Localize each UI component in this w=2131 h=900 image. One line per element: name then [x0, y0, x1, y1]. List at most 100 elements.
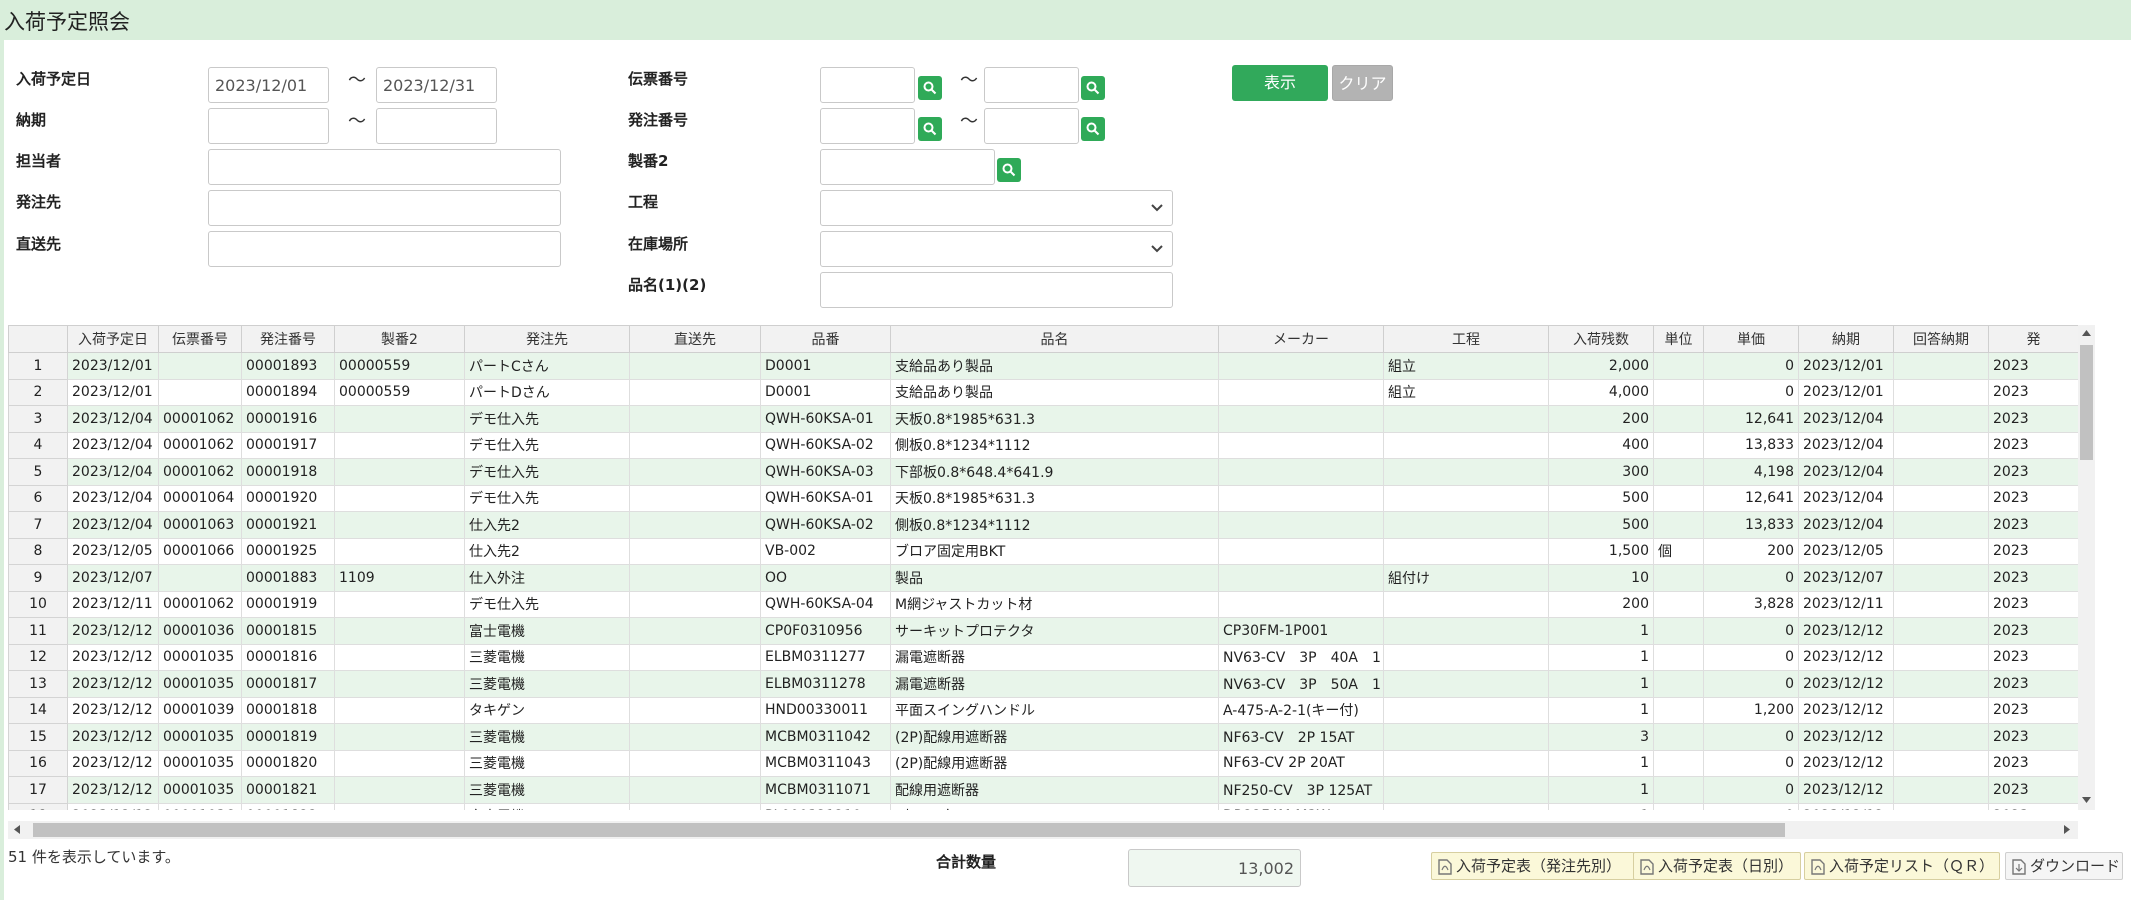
serial2-input[interactable] — [820, 149, 995, 185]
vertical-scrollbar[interactable] — [2078, 325, 2095, 810]
row-number-cell: 12 — [8, 643, 68, 671]
table-cell — [334, 776, 465, 804]
table-cell: 1 — [1548, 802, 1654, 810]
table-row[interactable]: 4 2023/12/04 00001062 00001917 デモ仕入先 QWH-60KS… — [8, 431, 2078, 459]
table-row[interactable]: 5 2023/12/04 00001062 00001918 デモ仕入先 QWH-60KS… — [8, 458, 2078, 486]
table-cell: 漏電遮断器 — [890, 643, 1219, 671]
table-cell: 1 — [1548, 749, 1654, 777]
order-no-from-search-button[interactable] — [918, 117, 942, 141]
table-cell: 支給品あり製品 — [890, 352, 1219, 380]
table-cell: 00001815 — [241, 617, 335, 645]
table-cell: ELBM0311278 — [760, 670, 891, 698]
table-cell: 00001035 — [158, 723, 242, 751]
report-by-date-button[interactable]: 入荷予定表（日別） — [1633, 852, 1801, 880]
column-header[interactable]: 発注番号 — [241, 325, 335, 353]
table-row[interactable]: 11 2023/12/12 00001036 00001815 富士電機 CP0F0310… — [8, 617, 2078, 645]
arrival-date-from-input[interactable]: 2023/12/01 — [208, 67, 329, 103]
table-cell: 漏電遮断器 — [890, 670, 1219, 698]
table-row[interactable]: 7 2023/12/04 00001063 00001921 仕入先2 QWH-60KSA… — [8, 511, 2078, 539]
order-no-from-input[interactable] — [820, 108, 915, 144]
table-cell — [1893, 352, 1989, 380]
download-button[interactable]: ダウンロード — [2005, 852, 2123, 880]
column-header[interactable]: 品名 — [890, 325, 1219, 353]
table-cell: 0 — [1703, 723, 1799, 751]
vertical-scroll-thumb[interactable] — [2080, 345, 2093, 460]
table-row[interactable]: 10 2023/12/11 00001062 00001919 デモ仕入先 QWH-60K… — [8, 590, 2078, 618]
column-header[interactable]: 発 — [1988, 325, 2078, 353]
table-cell: 2023/12/07 — [67, 564, 159, 592]
table-row[interactable]: 16 2023/12/12 00001035 00001820 三菱電機 MCBM0311… — [8, 749, 2078, 777]
row-number-cell: 3 — [8, 405, 68, 433]
column-header[interactable]: 工程 — [1383, 325, 1549, 353]
table-row[interactable]: 6 2023/12/04 00001064 00001920 デモ仕入先 QWH-60KS… — [8, 484, 2078, 512]
clear-button[interactable]: クリア — [1332, 65, 1393, 101]
slip-no-to-input[interactable] — [984, 67, 1079, 103]
table-cell: 2023/12/12 — [67, 802, 159, 810]
table-row[interactable]: 3 2023/12/04 00001062 00001916 デモ仕入先 QWH-60KS… — [8, 405, 2078, 433]
column-header[interactable]: 入荷残数 — [1548, 325, 1654, 353]
column-header[interactable]: 単位 — [1653, 325, 1704, 353]
table-cell: 2023/12/04 — [67, 405, 159, 433]
table-row[interactable]: 182023/12/120000103600001822富士電機PL000321… — [8, 802, 2078, 810]
due-date-from-input[interactable] — [208, 108, 329, 144]
table-row[interactable]: 17 2023/12/12 00001035 00001821 三菱電機 MCBM0311… — [8, 776, 2078, 804]
person-input[interactable] — [208, 149, 561, 185]
table-cell: デモ仕入先 — [464, 458, 630, 486]
table-cell: NF63-CV 2P 20AT — [1218, 749, 1384, 777]
table-cell — [1653, 484, 1704, 512]
range-tilde: ～ — [960, 70, 978, 91]
slip-no-from-input[interactable] — [820, 67, 915, 103]
column-header[interactable]: 伝票番号 — [158, 325, 242, 353]
column-header[interactable]: 納期 — [1798, 325, 1894, 353]
search-icon — [923, 122, 937, 136]
qr-list-button[interactable]: 入荷予定リスト（ＱＲ） — [1804, 852, 2000, 880]
report-by-supplier-button[interactable]: 入荷予定表（発注先別） — [1431, 852, 1635, 880]
table-cell — [1893, 670, 1989, 698]
due-date-to-input[interactable] — [376, 108, 497, 144]
table-cell: 0 — [1703, 378, 1799, 406]
horizontal-scrollbar[interactable] — [8, 821, 2078, 839]
order-no-to-input[interactable] — [984, 108, 1079, 144]
table-cell: 0 — [1703, 564, 1799, 592]
pdf-icon — [1438, 859, 1452, 875]
table-row[interactable]: 8 2023/12/05 00001066 00001925 仕入先2 VB-002 ブロア… — [8, 537, 2078, 565]
column-header[interactable]: 直送先 — [629, 325, 761, 353]
search-icon — [1086, 81, 1100, 95]
slip-no-to-search-button[interactable] — [1081, 76, 1105, 100]
table-cell: 仕入外注 — [464, 564, 630, 592]
table-row[interactable]: 15 2023/12/12 00001035 00001819 三菱電機 MCBM0311… — [8, 723, 2078, 751]
column-header[interactable]: 入荷予定日 — [67, 325, 159, 353]
column-header[interactable]: 単価 — [1703, 325, 1799, 353]
table-row[interactable]: 12 2023/12/12 00001035 00001816 三菱電機 ELBM0311… — [8, 643, 2078, 671]
process-select[interactable] — [820, 190, 1173, 226]
order-no-to-search-button[interactable] — [1081, 117, 1105, 141]
column-header[interactable]: メーカー — [1218, 325, 1384, 353]
supplier-input[interactable] — [208, 190, 561, 226]
column-header[interactable]: 回答納期 — [1893, 325, 1989, 353]
table-cell: 1 — [1548, 617, 1654, 645]
slip-no-from-search-button[interactable] — [918, 76, 942, 100]
column-header[interactable]: 発注先 — [464, 325, 630, 353]
table-row[interactable]: 9 2023/12/07 00001883 1109 仕入外注 OO 製品 組付け 10 0 202… — [8, 564, 2078, 592]
table-row[interactable]: 1 2023/12/01 00001893 00000559 パートCさん D0001 支給… — [8, 352, 2078, 380]
direct-destination-input[interactable] — [208, 231, 561, 267]
column-header[interactable]: 品番 — [760, 325, 891, 353]
table-row[interactable]: 13 2023/12/12 00001035 00001817 三菱電機 ELBM0311… — [8, 670, 2078, 698]
column-header[interactable]: 製番2 — [334, 325, 465, 353]
item-name-input[interactable] — [820, 272, 1173, 308]
table-row[interactable]: 14 2023/12/12 00001039 00001818 タキゲン HND00330… — [8, 696, 2078, 724]
table-cell: NV63-CV 3P 50A 1 — [1218, 670, 1384, 698]
arrival-date-to-input[interactable]: 2023/12/31 — [376, 67, 497, 103]
table-cell: 00001035 — [158, 776, 242, 804]
table-cell — [1218, 590, 1384, 618]
show-button[interactable]: 表示 — [1232, 65, 1328, 101]
horizontal-scroll-thumb[interactable] — [33, 823, 1785, 837]
serial2-search-button[interactable] — [997, 158, 1021, 182]
table-row[interactable]: 2 2023/12/01 00001894 00000559 パートDさん D0001 支給… — [8, 378, 2078, 406]
table-cell: ELBM0311277 — [760, 643, 891, 671]
row-number-cell: 11 — [8, 617, 68, 645]
table-cell: MCBM0311042 — [760, 723, 891, 751]
table-cell: 10 — [1548, 564, 1654, 592]
table-cell: 2023/12/12 — [1798, 643, 1894, 671]
location-select[interactable] — [820, 231, 1173, 267]
